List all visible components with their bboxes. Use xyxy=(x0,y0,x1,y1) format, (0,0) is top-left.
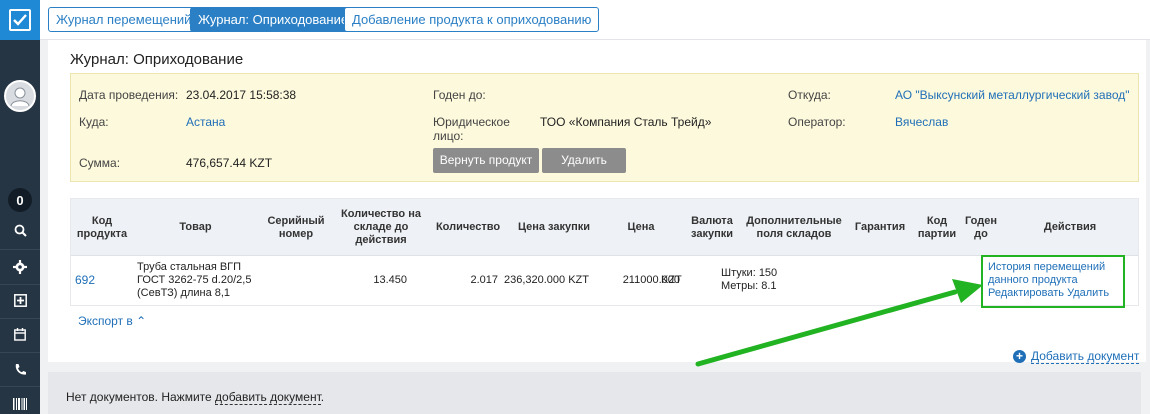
delete-button[interactable]: Удалить xyxy=(542,148,626,173)
legal-entity-label-line1: Юридическое xyxy=(433,115,510,129)
add-document-label: Добавить документ xyxy=(1031,349,1140,364)
tab-movement-journal[interactable]: Журнал перемещений xyxy=(48,7,200,32)
quantity-value: 2.017 xyxy=(470,274,498,286)
chevron-up-icon: ⌃ xyxy=(136,314,147,328)
add-document-inline-link[interactable]: добавить документ xyxy=(215,390,321,405)
legal-entity-value: ТОО «Компания Сталь Трейд» xyxy=(540,115,712,129)
return-product-button[interactable]: Вернуть продукт xyxy=(433,148,539,173)
add-document-link[interactable]: + Добавить документ xyxy=(1013,349,1140,364)
phone-icon[interactable] xyxy=(0,353,40,385)
action-edit-link[interactable]: Редактировать xyxy=(988,287,1064,299)
sidebar-divider xyxy=(0,249,40,250)
export-dropdown[interactable]: Экспорт в ⌃ xyxy=(78,314,146,328)
valid-until-label: Годен до: xyxy=(433,88,486,102)
notification-badge[interactable]: 0 xyxy=(8,188,32,212)
tab-add-product-to-receipt[interactable]: Добавление продукта к оприходованию xyxy=(344,7,600,32)
table-header: Код продукта Товар Серийный номер Количест… xyxy=(71,199,1138,256)
to-label: Куда: xyxy=(79,115,109,129)
col-purchase-price: Цена закупки xyxy=(517,221,591,233)
avatar-icon xyxy=(10,87,30,107)
col-purchase-currency: Валюта закупки xyxy=(691,214,733,240)
stock-before-value: 13.450 xyxy=(373,274,407,286)
sum-label: Сумма: xyxy=(79,156,121,170)
top-tab-bar: Журнал перемещений Журнал: Оприходование… xyxy=(40,0,1150,40)
col-valid-until: Годен до xyxy=(964,214,997,240)
from-value-link[interactable]: АО "Выксунский металлургический завод" xyxy=(895,88,1130,102)
col-product-code: Код продукта xyxy=(76,214,128,240)
gear-icon[interactable] xyxy=(0,251,40,283)
from-label: Откуда: xyxy=(788,88,831,102)
extra-fields-value: Штуки: 150 Метры: 8.1 xyxy=(721,267,778,292)
plus-circle-icon: + xyxy=(1013,350,1026,363)
action-movement-history-link[interactable]: История перемещений данного продукта xyxy=(988,261,1118,287)
plus-square-icon[interactable] xyxy=(0,284,40,316)
app-logo[interactable] xyxy=(0,0,40,40)
document-info-card: Дата проведения: 23.04.2017 15:58:38 Год… xyxy=(70,73,1139,182)
page-title: Журнал: Оприходование xyxy=(70,51,244,68)
empty-message: Нет документов. Нажмите добавить докумен… xyxy=(66,390,325,405)
sum-value: 476,657.44 KZT xyxy=(186,156,273,170)
operator-value-link[interactable]: Вячеслав xyxy=(895,115,948,129)
col-stock-before: Количество на складе до действия xyxy=(341,208,421,246)
col-price: Цена xyxy=(627,221,655,233)
legal-entity-label-line2: лицо: xyxy=(433,129,464,143)
currency-value: KZT xyxy=(661,274,682,286)
row-actions-highlight: История перемещений данного продукта Реда… xyxy=(981,255,1125,308)
product-name: Труба стальная ВГП ГОСТ 3262-75 d.20/2,5… xyxy=(137,261,252,299)
export-label: Экспорт в xyxy=(78,314,133,328)
to-value-link[interactable]: Астана xyxy=(186,115,225,129)
col-batch-code: Код партии xyxy=(917,214,957,240)
avatar[interactable] xyxy=(4,80,36,112)
barcode-icon[interactable] xyxy=(0,388,40,414)
sidebar: 0 xyxy=(0,0,40,414)
purchase-price-value: 236,320.000 KZT xyxy=(503,274,589,286)
documents-empty-state: Нет документов. Нажмите добавить докумен… xyxy=(48,372,1141,414)
col-product: Товар xyxy=(179,221,212,233)
calendar-icon[interactable] xyxy=(0,318,40,350)
col-warranty: Гарантия xyxy=(854,221,906,233)
col-serial-number: Серийный номер xyxy=(267,214,325,240)
search-icon[interactable] xyxy=(0,214,40,246)
check-logo-icon xyxy=(9,9,31,31)
products-table: Код продукта Товар Серийный номер Количест… xyxy=(70,198,1139,308)
tab-receipt-journal[interactable]: Журнал: Оприходование xyxy=(190,7,357,32)
main-panel: Журнал: Оприходование Дата проведения: 2… xyxy=(48,40,1146,364)
col-extra-fields: Дополнительные поля складов xyxy=(746,214,842,240)
date-value: 23.04.2017 15:58:38 xyxy=(186,88,297,102)
date-label: Дата проведения: xyxy=(79,88,179,102)
sidebar-divider xyxy=(0,386,40,387)
col-actions: Действия xyxy=(1043,221,1097,233)
action-delete-link[interactable]: Удалить xyxy=(1067,287,1109,299)
col-quantity: Количество xyxy=(435,221,501,233)
row-action-buttons: Редактировать Удалить xyxy=(988,287,1118,300)
operator-label: Оператор: xyxy=(788,115,846,129)
product-code-link[interactable]: 692 xyxy=(75,274,95,287)
